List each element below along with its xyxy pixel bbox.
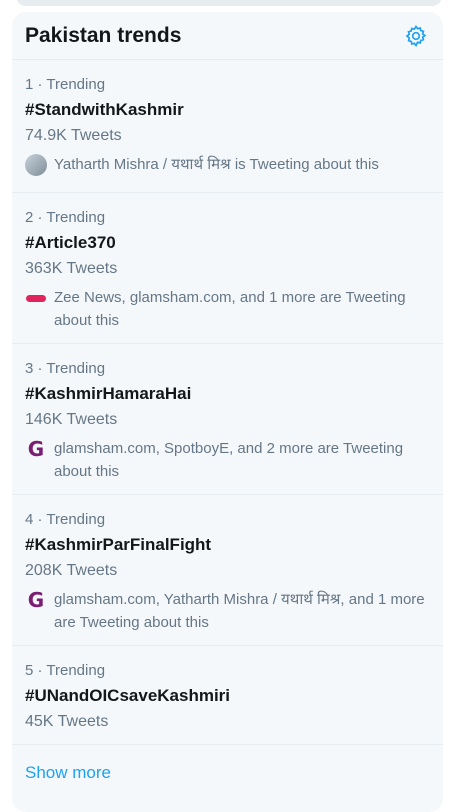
- zee-news-logo-icon: [25, 287, 47, 309]
- trends-header: Pakistan trends: [12, 12, 443, 60]
- trend-item[interactable]: 5 · Trending #UNandOICsaveKashmiri 45K T…: [12, 646, 443, 745]
- glamsham-logo-icon: G: [27, 587, 45, 612]
- gear-icon[interactable]: [404, 24, 428, 48]
- trend-context-text: glamsham.com, SpotboyE, and 2 more are T…: [54, 440, 404, 480]
- tweet-count: 45K Tweets: [25, 713, 109, 730]
- trend-meta: 2 · Trending: [25, 209, 106, 226]
- tweet-count: 363K Tweets: [25, 260, 118, 277]
- trend-context: G glamsham.com, SpotboyE, and 2 more are…: [25, 437, 430, 483]
- tweet-count: 146K Tweets: [25, 411, 118, 428]
- trend-hashtag: #StandwithKashmir: [25, 100, 184, 119]
- trend-item[interactable]: 2 · Trending #Article370 363K Tweets Zee…: [12, 193, 443, 344]
- trend-meta: 5 · Trending: [25, 662, 106, 679]
- trend-context: G glamsham.com, Yatharth Mishra / यथार्थ…: [25, 588, 430, 634]
- trend-context-text: Zee News, glamsham.com, and 1 more are T…: [54, 289, 406, 329]
- trend-context-text: glamsham.com, Yatharth Mishra / यथार्थ म…: [54, 591, 425, 631]
- glamsham-logo-icon: G: [27, 436, 45, 461]
- trend-context: Yatharth Mishra / यथार्थ मिश्र is Tweeti…: [25, 153, 430, 176]
- trend-hashtag: #Article370: [25, 233, 116, 252]
- panel-title: Pakistan trends: [25, 23, 182, 47]
- trend-hashtag: #UNandOICsaveKashmiri: [25, 686, 231, 705]
- trend-hashtag: #KashmirHamaraHai: [25, 384, 192, 403]
- avatar-icon: [25, 154, 47, 176]
- tweet-count: 74.9K Tweets: [25, 127, 122, 144]
- trend-item[interactable]: 3 · Trending #KashmirHamaraHai 146K Twee…: [12, 344, 443, 495]
- tweet-count: 208K Tweets: [25, 562, 118, 579]
- trend-item[interactable]: 1 · Trending #StandwithKashmir 74.9K Twe…: [12, 60, 443, 193]
- trend-meta: 3 · Trending: [25, 360, 106, 377]
- trend-hashtag: #KashmirParFinalFight: [25, 535, 212, 554]
- trend-meta: 4 · Trending: [25, 511, 106, 528]
- search-bar-edge[interactable]: [16, 0, 442, 6]
- trends-panel: Pakistan trends 1 · Trending #StandwithK…: [12, 12, 443, 812]
- trend-item[interactable]: 4 · Trending #KashmirParFinalFight 208K …: [12, 495, 443, 646]
- trend-meta: 1 · Trending: [25, 76, 106, 93]
- trend-context: Zee News, glamsham.com, and 1 more are T…: [25, 286, 430, 332]
- trend-context-text: Yatharth Mishra / यथार्थ मिश्र is Tweeti…: [54, 156, 379, 173]
